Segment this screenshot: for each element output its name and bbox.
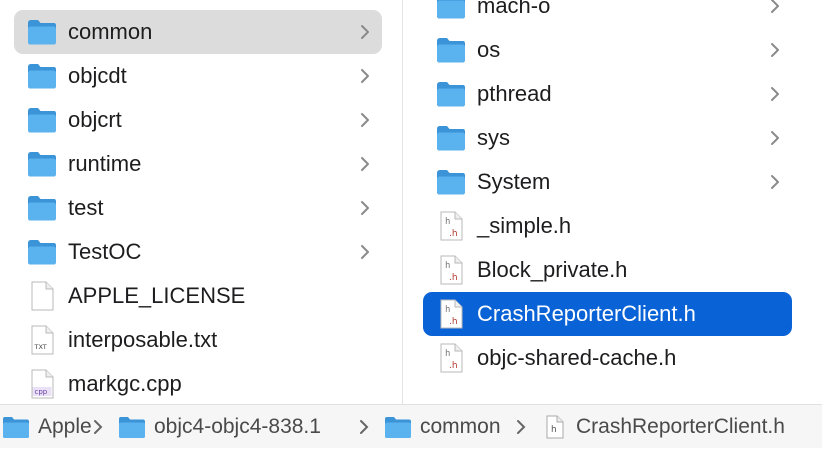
folder-row[interactable]: os bbox=[423, 28, 792, 72]
svg-text:.h: .h bbox=[449, 229, 458, 239]
folder-row[interactable]: objcdt bbox=[14, 54, 382, 98]
folder-icon bbox=[435, 166, 467, 198]
svg-text:h: h bbox=[445, 261, 450, 271]
folder-row[interactable]: pthread bbox=[423, 72, 792, 116]
svg-text:.h: .h bbox=[449, 317, 458, 327]
folder-icon bbox=[26, 104, 58, 136]
header-file-icon: h bbox=[540, 415, 568, 439]
file-row[interactable]: APPLE_LICENSE bbox=[14, 274, 382, 318]
item-label: pthread bbox=[477, 81, 552, 106]
path-separator-icon bbox=[360, 420, 369, 434]
header-file-icon: h .h bbox=[435, 254, 467, 286]
item-label: os bbox=[477, 37, 501, 62]
path-crumb-file[interactable]: h CrashReporterClient.h bbox=[540, 405, 785, 449]
folder-icon bbox=[435, 122, 467, 154]
folder-icon bbox=[435, 0, 467, 22]
item-label: objcdt bbox=[68, 63, 127, 88]
item-label: test bbox=[68, 195, 104, 220]
chevron-right-icon bbox=[358, 242, 372, 262]
text-file-icon: TXT bbox=[26, 324, 58, 356]
path-bar: Apple objc4-objc4-838.1 common h CrashRe… bbox=[0, 404, 822, 448]
folder-row[interactable]: common bbox=[14, 10, 382, 54]
folder-icon bbox=[384, 415, 412, 439]
header-file-icon: h .h bbox=[435, 342, 467, 374]
path-crumb-label: objc4-objc4-838.1 bbox=[154, 415, 321, 438]
cpp-file-icon: cpp bbox=[26, 368, 58, 400]
item-label: sys bbox=[477, 125, 510, 150]
path-crumb-label: CrashReporterClient.h bbox=[576, 415, 785, 438]
svg-text:TXT: TXT bbox=[34, 343, 47, 351]
item-label: mach-o bbox=[477, 0, 551, 18]
chevron-right-icon bbox=[768, 84, 782, 104]
folder-row[interactable]: test bbox=[14, 186, 382, 230]
folder-row[interactable]: mach-o bbox=[423, 0, 792, 28]
folder-row[interactable]: System bbox=[423, 160, 792, 204]
folder-icon bbox=[26, 236, 58, 268]
item-label: System bbox=[477, 169, 551, 194]
chevron-right-icon bbox=[358, 198, 372, 218]
item-label: TestOC bbox=[68, 239, 142, 264]
folder-row[interactable]: runtime bbox=[14, 142, 382, 186]
svg-text:.h: .h bbox=[449, 361, 458, 371]
svg-text:.h: .h bbox=[449, 273, 458, 283]
file-row[interactable]: h .h Block_private.h bbox=[423, 248, 792, 292]
chevron-right-icon bbox=[358, 66, 372, 86]
file-row[interactable]: h .h objc-shared-cache.h bbox=[423, 336, 792, 380]
svg-text:h: h bbox=[445, 305, 450, 315]
item-label: Block_private.h bbox=[477, 257, 628, 282]
svg-text:h: h bbox=[551, 425, 557, 435]
file-row[interactable]: h .h _simple.h bbox=[423, 204, 792, 248]
svg-text:h: h bbox=[445, 349, 450, 359]
folder-icon bbox=[435, 34, 467, 66]
folder-icon bbox=[26, 192, 58, 224]
chevron-right-icon bbox=[768, 128, 782, 148]
folder-icon bbox=[2, 415, 30, 439]
folder-icon bbox=[26, 148, 58, 180]
path-separator-icon bbox=[94, 420, 103, 434]
chevron-right-icon bbox=[768, 40, 782, 60]
path-crumb-label: Apple bbox=[38, 415, 92, 438]
left-column: common objcdt objcrt runtime test TestOC APPLE… bbox=[0, 0, 402, 404]
path-separator-icon bbox=[517, 420, 526, 434]
item-label: common bbox=[68, 19, 153, 44]
item-label: objcrt bbox=[68, 107, 122, 132]
path-crumb-label: common bbox=[420, 415, 501, 438]
chevron-right-icon bbox=[358, 110, 372, 130]
path-crumb-common[interactable]: common bbox=[384, 405, 501, 449]
chevron-right-icon bbox=[358, 22, 372, 42]
item-label: interposable.txt bbox=[68, 327, 218, 352]
folder-row[interactable]: sys bbox=[423, 116, 792, 160]
item-label: APPLE_LICENSE bbox=[68, 283, 246, 308]
chevron-right-icon bbox=[768, 0, 782, 16]
svg-text:h: h bbox=[445, 217, 450, 227]
item-label: markgc.cpp bbox=[68, 371, 182, 396]
right-column: mach-o os pthread sys System h .h _simple.h h .h B… bbox=[403, 0, 822, 404]
folder-row[interactable]: objcrt bbox=[14, 98, 382, 142]
folder-icon bbox=[435, 78, 467, 110]
path-crumb-apple[interactable]: Apple bbox=[2, 405, 92, 449]
document-icon bbox=[26, 280, 58, 312]
file-row[interactable]: h .h CrashReporterClient.h bbox=[423, 292, 792, 336]
folder-icon bbox=[26, 16, 58, 48]
item-label: objc-shared-cache.h bbox=[477, 345, 677, 370]
file-row[interactable]: TXT interposable.txt bbox=[14, 318, 382, 362]
item-label: CrashReporterClient.h bbox=[477, 301, 696, 326]
chevron-right-icon bbox=[768, 172, 782, 192]
item-label: _simple.h bbox=[477, 213, 572, 238]
item-label: runtime bbox=[68, 151, 142, 176]
folder-icon bbox=[26, 60, 58, 92]
file-row[interactable]: cpp markgc.cpp bbox=[14, 362, 382, 404]
path-crumb-objc4[interactable]: objc4-objc4-838.1 bbox=[118, 405, 321, 449]
svg-text:cpp: cpp bbox=[35, 388, 48, 396]
header-file-icon: h .h bbox=[435, 298, 467, 330]
folder-icon bbox=[118, 415, 146, 439]
folder-row[interactable]: TestOC bbox=[14, 230, 382, 274]
chevron-right-icon bbox=[358, 154, 372, 174]
header-file-icon: h .h bbox=[435, 210, 467, 242]
